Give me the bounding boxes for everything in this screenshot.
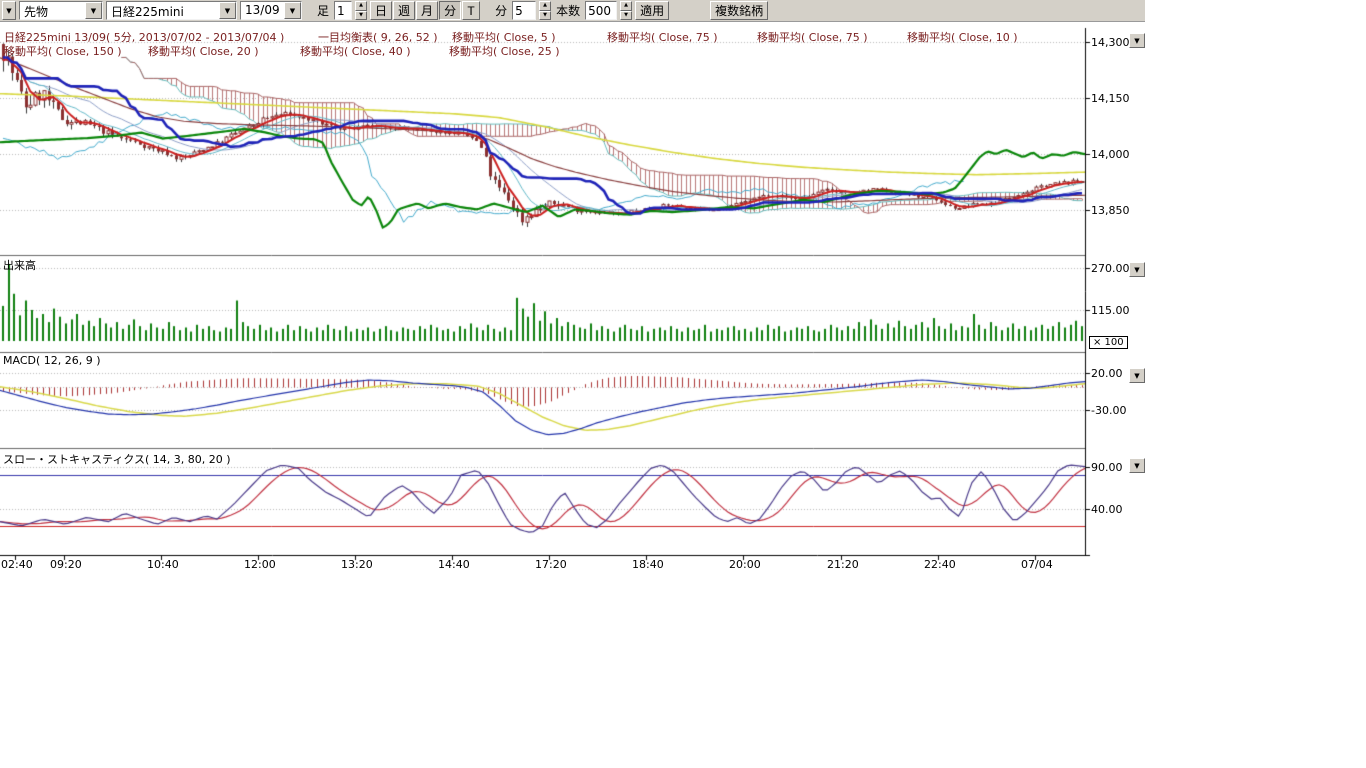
pane-menu-button[interactable]: ▼ bbox=[1129, 458, 1145, 473]
y-axis-label: 40.00 bbox=[1091, 503, 1123, 516]
period-button[interactable]: T bbox=[462, 1, 480, 20]
pane-menu-button[interactable]: ▼ bbox=[1129, 33, 1145, 48]
chevron-down-icon: ▼ bbox=[1134, 462, 1139, 470]
y-axis-label: 270.00 bbox=[1091, 262, 1130, 275]
chevron-down-icon[interactable]: ▼ bbox=[219, 2, 236, 19]
time-axis-label: 10:40 bbox=[147, 558, 179, 571]
y-axis-label: 115.00 bbox=[1091, 304, 1130, 317]
contract-month-select[interactable]: 13/09 ▼ bbox=[240, 1, 302, 20]
instrument-type-select[interactable]: 先物 ▼ bbox=[19, 1, 103, 20]
instrument-select[interactable]: 日経225mini ▼ bbox=[106, 1, 237, 20]
spin-up-icon[interactable]: ▲ bbox=[620, 1, 632, 11]
bar-type-label: 足 bbox=[315, 2, 331, 19]
y-axis-label: 14,000 bbox=[1091, 148, 1130, 161]
bar-interval-spinner: ▲▼ bbox=[355, 1, 367, 20]
pane-menu-button[interactable]: ▼ bbox=[1129, 262, 1145, 277]
legend-item: 移動平均( Close, 150 ) bbox=[4, 43, 122, 59]
chart-canvas[interactable] bbox=[0, 0, 1145, 580]
volume-multiplier-badge: × 100 bbox=[1089, 336, 1128, 349]
legend-line1: 日経225mini 13/09( 5分, 2013/07/02 - 2013/0… bbox=[0, 29, 1085, 42]
time-axis-label: 14:40 bbox=[438, 558, 470, 571]
chevron-down-icon[interactable]: ▼ bbox=[85, 2, 102, 19]
legend-item: 移動平均( Close, 25 ) bbox=[449, 43, 560, 59]
time-axis-label: 07/04 bbox=[1021, 558, 1053, 571]
contract-month-value: 13/09 bbox=[241, 2, 284, 19]
spin-down-icon[interactable]: ▼ bbox=[620, 11, 632, 21]
time-axis-label: 02:40 bbox=[1, 558, 33, 571]
spin-up-icon[interactable]: ▲ bbox=[355, 1, 367, 11]
toolbar: ▼ 先物 ▼ 日経225mini ▼ 13/09 ▼ 足 ▲▼ 日週月分T 分 … bbox=[0, 0, 1145, 22]
instrument-value: 日経225mini bbox=[107, 2, 219, 19]
spin-down-icon[interactable]: ▼ bbox=[539, 11, 551, 21]
y-axis-label: 14,300 bbox=[1091, 36, 1130, 49]
multiple-symbols-button[interactable]: 複数銘柄 bbox=[710, 1, 768, 20]
time-axis-label: 12:00 bbox=[244, 558, 276, 571]
spin-up-icon[interactable]: ▲ bbox=[539, 1, 551, 11]
chevron-down-icon[interactable]: ▼ bbox=[284, 2, 301, 19]
macd-pane-title: MACD( 12, 26, 9 ) bbox=[3, 354, 101, 367]
stochastics-pane-title: スロー・ストキャスティクス( 14, 3, 80, 20 ) bbox=[3, 451, 231, 467]
time-axis-label: 21:20 bbox=[827, 558, 859, 571]
apply-button[interactable]: 適用 bbox=[635, 1, 669, 20]
chevron-down-icon: ▼ bbox=[1134, 37, 1139, 45]
y-axis-label: 90.00 bbox=[1091, 461, 1123, 474]
time-axis-label: 22:40 bbox=[924, 558, 956, 571]
chevron-down-icon: ▼ bbox=[1134, 372, 1139, 380]
mini-dropdown[interactable]: ▼ bbox=[2, 1, 16, 20]
bar-count-label: 本数 bbox=[554, 2, 582, 19]
period-button[interactable]: 月 bbox=[416, 1, 438, 20]
legend-line2: 移動平均( Close, 150 ) 移動平均( Close, 20 ) 移動平均(… bbox=[0, 43, 1085, 56]
time-axis-label: 13:20 bbox=[341, 558, 373, 571]
legend-item: 移動平均( Close, 20 ) bbox=[148, 43, 259, 59]
period-button[interactable]: 週 bbox=[393, 1, 415, 20]
y-axis-label: 14,150 bbox=[1091, 92, 1130, 105]
time-axis-label: 20:00 bbox=[729, 558, 761, 571]
minute-label: 分 bbox=[493, 2, 509, 19]
volume-pane-title: 出来高 bbox=[3, 257, 36, 273]
period-button[interactable]: 分 bbox=[439, 1, 461, 20]
time-axis-label: 18:40 bbox=[632, 558, 664, 571]
y-axis-label: 13,850 bbox=[1091, 204, 1130, 217]
minute-spinner: ▲▼ bbox=[539, 1, 551, 20]
bar-count-spinner: ▲▼ bbox=[620, 1, 632, 20]
chevron-down-icon: ▼ bbox=[6, 7, 11, 15]
time-axis-label: 09:20 bbox=[50, 558, 82, 571]
y-axis-label: -30.00 bbox=[1091, 404, 1126, 417]
spin-down-icon[interactable]: ▼ bbox=[355, 11, 367, 21]
y-axis-label: 20.00 bbox=[1091, 367, 1123, 380]
pane-menu-button[interactable]: ▼ bbox=[1129, 368, 1145, 383]
chevron-down-icon: ▼ bbox=[1134, 266, 1139, 274]
chart-application-window: ▼ 先物 ▼ 日経225mini ▼ 13/09 ▼ 足 ▲▼ 日週月分T 分 … bbox=[0, 0, 1145, 580]
period-button[interactable]: 日 bbox=[370, 1, 392, 20]
period-buttons: 日週月分T bbox=[370, 1, 480, 20]
minute-input[interactable] bbox=[512, 1, 536, 20]
bar-interval-input[interactable] bbox=[334, 1, 352, 20]
legend-item: 移動平均( Close, 40 ) bbox=[300, 43, 411, 59]
instrument-type-value: 先物 bbox=[20, 2, 85, 19]
time-axis-label: 17:20 bbox=[535, 558, 567, 571]
bar-count-input[interactable] bbox=[585, 1, 617, 20]
